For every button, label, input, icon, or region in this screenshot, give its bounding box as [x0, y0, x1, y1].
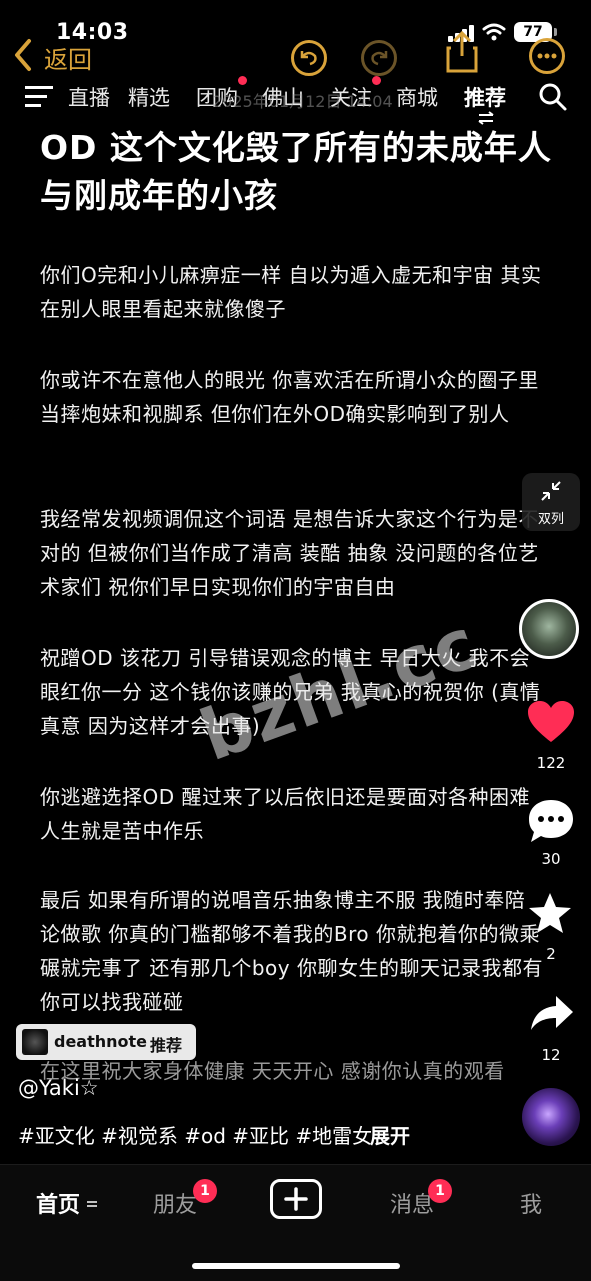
post-paragraph: 最后 如果有所谓的说唱音乐抽象博主不服 我随时奉陪 论做歌 你真的门槛都够不着我…	[40, 888, 543, 1014]
creator-avatar[interactable]	[519, 599, 579, 659]
tab-group-buy-dot	[238, 76, 247, 85]
post-paragraph: 你逃避选择OD 醒过来了以后依旧还是要面对各种困难 人生就是苦中作乐	[40, 785, 530, 843]
post-paragraph: 你或许不在意他人的眼光 你喜欢活在所谓小众的圈子里当摔炮妹和视脚系 但你们在外O…	[40, 368, 539, 426]
undo-icon	[300, 51, 317, 66]
hashtags[interactable]: #亚文化 #视觉系 #od #亚比 #地雷女	[18, 1120, 372, 1149]
tab-mall[interactable]: 商城	[396, 82, 438, 112]
share-button[interactable]	[530, 994, 574, 1036]
nav-me[interactable]: 我	[520, 1187, 542, 1219]
nav-friends[interactable]: 朋友	[153, 1187, 197, 1219]
redo-button[interactable]	[361, 40, 397, 76]
tab-live[interactable]: 直播	[68, 82, 110, 112]
more-button[interactable]	[529, 38, 565, 74]
overlay-date: 2025年01月12日 14:04	[212, 92, 393, 111]
tab-recommend[interactable]: 推荐	[464, 82, 506, 112]
comment-button[interactable]	[527, 798, 575, 848]
tab-following-dot	[372, 76, 381, 85]
double-column-button[interactable]: 双列	[522, 473, 580, 531]
author-handle[interactable]: @Yaki☆	[18, 1076, 99, 1100]
tab-featured[interactable]: 精选	[128, 82, 170, 112]
double-column-label: 双列	[537, 512, 564, 527]
comment-count: 30	[541, 850, 561, 868]
home-indicator	[192, 1263, 400, 1269]
heart-icon	[528, 701, 574, 742]
favorite-count: 2	[546, 945, 556, 963]
wifi-icon	[482, 22, 506, 46]
expand-button[interactable]: 展开	[370, 1120, 410, 1149]
music-tag-thumbnail	[22, 1029, 48, 1055]
messages-badge: 1	[428, 1179, 452, 1203]
share-arrow-icon	[531, 996, 573, 1030]
nav-home-switch-icon	[86, 1195, 98, 1214]
post-title: OD 这个文化毁了所有的未成年人与刚成年的小孩	[40, 128, 552, 215]
menu-icon[interactable]	[25, 86, 53, 108]
star-icon	[529, 893, 571, 933]
redo-icon	[371, 51, 388, 66]
music-disc[interactable]	[522, 1088, 580, 1146]
like-count: 122	[536, 754, 566, 772]
watermark-text: bzhl.cc	[190, 601, 489, 778]
post-paragraph: 我经常发视频调侃这个词语 是想告诉大家这个行为是不对的 但被你们当作成了清高 装…	[40, 507, 539, 599]
share-export-button[interactable]	[446, 30, 478, 78]
share-count: 12	[541, 1046, 561, 1064]
music-tag[interactable]: deathnote 推荐	[16, 1024, 196, 1060]
collapse-arrows-icon	[541, 481, 561, 501]
comment-bubble-icon	[529, 800, 573, 842]
back-label: 返回	[44, 46, 92, 74]
friends-badge: 1	[193, 1179, 217, 1203]
search-icon[interactable]	[538, 82, 568, 116]
plus-icon	[284, 1187, 308, 1211]
favorite-button[interactable]	[528, 892, 572, 938]
music-tag-label: 推荐	[150, 1036, 183, 1055]
more-dots-icon	[537, 53, 557, 59]
music-tag-name: deathnote	[54, 1032, 148, 1051]
post-paragraph: 你们O完和小儿麻痹症一样 自以为遁入虚无和宇宙 其实在别人眼里看起来就像傻子	[40, 263, 542, 321]
create-post-button[interactable]	[270, 1179, 322, 1219]
like-button[interactable]	[527, 700, 575, 748]
bottom-tab-bar: 首页 朋友 1 消息 1 我	[0, 1164, 591, 1281]
chevron-left-icon	[12, 38, 34, 76]
share-upload-icon	[446, 30, 478, 73]
nav-home[interactable]: 首页	[36, 1187, 80, 1219]
undo-button[interactable]	[291, 40, 327, 76]
